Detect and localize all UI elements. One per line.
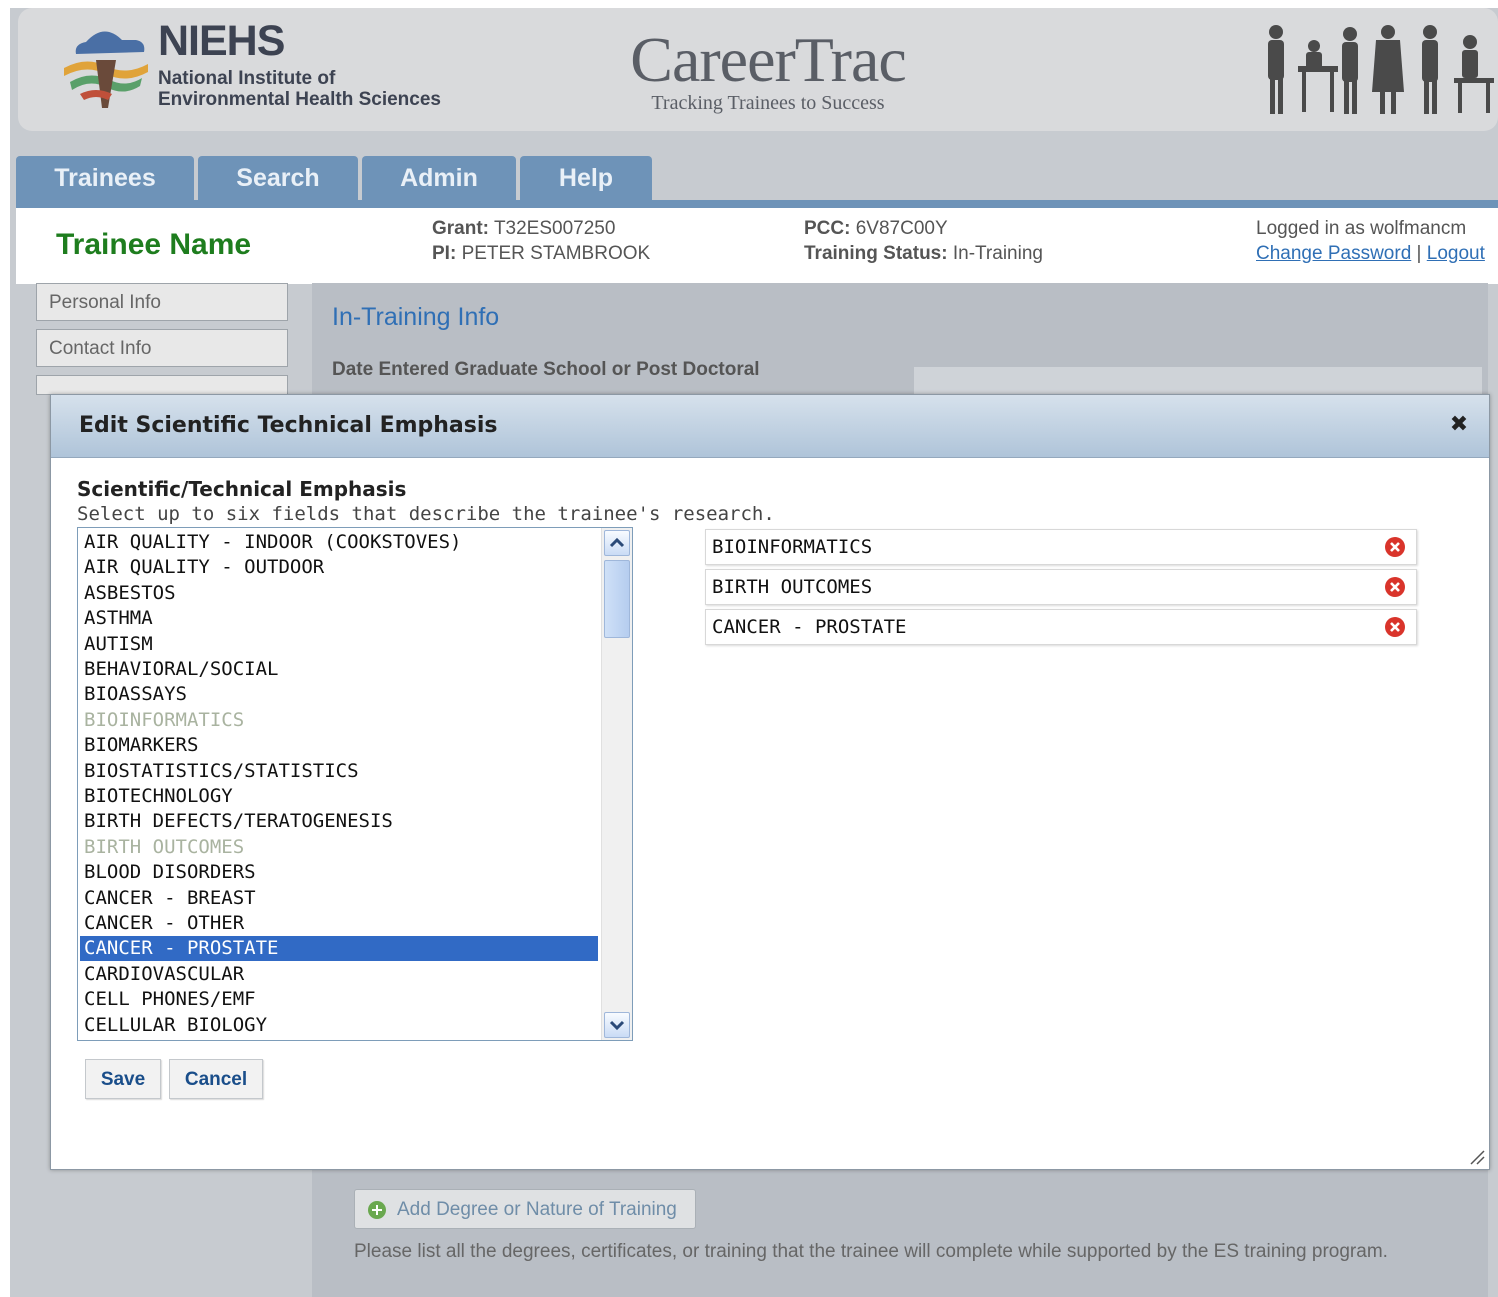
edit-emphasis-dialog: Edit Scientific Technical Emphasis ✖ Sci… bbox=[50, 394, 1490, 1170]
remove-icon[interactable] bbox=[1384, 536, 1406, 558]
listbox-option[interactable]: BIOTECHNOLOGY bbox=[80, 784, 598, 809]
chosen-item-label: BIRTH OUTCOMES bbox=[712, 576, 873, 598]
trainee-bar: Trainee Name Grant: T32ES007250 PI: PETE… bbox=[16, 208, 1498, 284]
remove-icon[interactable] bbox=[1384, 576, 1406, 598]
listbox-option[interactable]: BIOASSAYS bbox=[80, 682, 598, 707]
pcc-value: 6V87C00Y bbox=[855, 218, 948, 239]
trainees-silhouette-icon bbox=[1268, 25, 1494, 114]
listbox-option[interactable]: ASTHMA bbox=[80, 606, 598, 631]
listbox-option[interactable]: CANCER - BREAST bbox=[80, 886, 598, 911]
date-entered-label: Date Entered Graduate School or Post Doc… bbox=[332, 359, 760, 380]
app-title: CareerTrac bbox=[630, 24, 907, 95]
chosen-item-label: BIOINFORMATICS bbox=[712, 536, 873, 558]
listbox-option[interactable]: AIR QUALITY - OUTDOOR bbox=[80, 555, 598, 580]
listbox-option[interactable]: BIOMARKERS bbox=[80, 733, 598, 758]
pcc-info: PCC: 6V87C00Y Training Status: In-Traini… bbox=[804, 216, 1043, 266]
listbox-option[interactable]: BIRTH DEFECTS/TERATOGENESIS bbox=[80, 809, 598, 834]
dialog-header: Edit Scientific Technical Emphasis ✖ bbox=[51, 395, 1489, 458]
org-full-name: National Institute of Environmental Heal… bbox=[158, 68, 441, 110]
emphasis-listbox[interactable]: AIR QUALITY - INDOOR (COOKSTOVES) AIR QUA… bbox=[77, 527, 633, 1041]
niehs-logo-icon bbox=[64, 31, 148, 108]
chosen-item: BIRTH OUTCOMES bbox=[705, 569, 1417, 605]
nav-contact-info[interactable]: Contact Info bbox=[36, 329, 288, 367]
nav-personal-info[interactable]: Personal Info bbox=[36, 283, 288, 321]
account-info: Logged in as wolfmancm Change Password |… bbox=[1256, 216, 1485, 266]
chosen-item-label: CANCER - PROSTATE bbox=[712, 616, 907, 638]
listbox-option[interactable]: BIOINFORMATICS bbox=[80, 708, 598, 733]
listbox-option[interactable]: AIR QUALITY - INDOOR (COOKSTOVES) bbox=[80, 530, 598, 555]
page-title: In-Training Info bbox=[332, 303, 500, 331]
emphasis-field-label: Scientific/Technical Emphasis bbox=[77, 477, 407, 501]
scroll-up-arrow-icon[interactable] bbox=[604, 530, 630, 556]
scroll-thumb[interactable] bbox=[604, 560, 630, 638]
org-short-name: NIEHS bbox=[158, 17, 285, 65]
listbox-option[interactable]: BIRTH OUTCOMES bbox=[80, 835, 598, 860]
app-tagline: Tracking Trainees to Success bbox=[651, 92, 885, 114]
grant-label: Grant: bbox=[432, 218, 489, 239]
plus-circle-icon bbox=[368, 1201, 386, 1219]
logout-link[interactable]: Logout bbox=[1427, 243, 1485, 264]
tab-search[interactable]: Search bbox=[198, 156, 358, 200]
grant-value: T32ES007250 bbox=[493, 218, 616, 239]
pi-value: PETER STAMBROOK bbox=[461, 243, 651, 264]
resize-grip-icon[interactable] bbox=[1467, 1147, 1485, 1165]
page: NIEHS National Institute of Environmenta… bbox=[10, 8, 1498, 1297]
remove-icon[interactable] bbox=[1384, 616, 1406, 638]
tab-admin[interactable]: Admin bbox=[362, 156, 516, 200]
trainee-name: Trainee Name bbox=[56, 228, 252, 261]
tab-help[interactable]: Help bbox=[520, 156, 652, 200]
training-status-value: In-Training bbox=[952, 243, 1043, 264]
listbox-option[interactable]: CELLULAR BIOLOGY bbox=[80, 1013, 598, 1038]
link-separator: | bbox=[1416, 243, 1422, 264]
training-status-label: Training Status: bbox=[804, 243, 948, 264]
chosen-item: CANCER - PROSTATE bbox=[705, 609, 1417, 645]
change-password-link[interactable]: Change Password bbox=[1256, 243, 1411, 264]
org-line-1: National Institute of bbox=[158, 68, 336, 89]
chosen-item: BIOINFORMATICS bbox=[705, 529, 1417, 565]
listbox-option[interactable]: CARDIOVASCULAR bbox=[80, 962, 598, 987]
listbox-option[interactable]: AUTISM bbox=[80, 632, 598, 657]
site-header: NIEHS National Institute of Environmenta… bbox=[18, 8, 1498, 131]
listbox-option[interactable]: BIOSTATISTICS/STATISTICS bbox=[80, 759, 598, 784]
grant-info: Grant: T32ES007250 PI: PETER STAMBROOK bbox=[432, 216, 650, 266]
scroll-down-arrow-icon[interactable] bbox=[604, 1012, 630, 1038]
nav-item-partial[interactable] bbox=[36, 375, 288, 395]
listbox-option[interactable]: CELL PHONES/EMF bbox=[80, 987, 598, 1012]
org-line-2: Environmental Health Sciences bbox=[158, 89, 441, 110]
tab-trainees[interactable]: Trainees bbox=[16, 156, 194, 200]
close-icon[interactable]: ✖ bbox=[1445, 411, 1473, 439]
cancel-button[interactable]: Cancel bbox=[169, 1059, 263, 1099]
tab-strip bbox=[16, 200, 1498, 208]
add-degree-label: Add Degree or Nature of Training bbox=[397, 1199, 677, 1220]
listbox-option[interactable]: BLOOD DISORDERS bbox=[80, 860, 598, 885]
pcc-label: PCC: bbox=[804, 218, 851, 239]
degrees-hint: Please list all the degrees, certificate… bbox=[354, 1241, 1388, 1262]
add-degree-button[interactable]: Add Degree or Nature of Training bbox=[354, 1189, 696, 1229]
listbox-option[interactable]: CANCER - OTHER bbox=[80, 911, 598, 936]
save-button[interactable]: Save bbox=[85, 1059, 161, 1099]
listbox-option[interactable]: BEHAVIORAL/SOCIAL bbox=[80, 657, 598, 682]
logged-in-text: Logged in as wolfmancm bbox=[1256, 218, 1467, 239]
listbox-option[interactable]: ASBESTOS bbox=[80, 581, 598, 606]
pi-label: PI: bbox=[432, 243, 457, 264]
dialog-title: Edit Scientific Technical Emphasis bbox=[79, 413, 498, 438]
listbox-scrollbar[interactable] bbox=[601, 528, 632, 1040]
listbox-option[interactable]: CANCER - PROSTATE bbox=[80, 936, 598, 962]
emphasis-field-help: Select up to six fields that describe th… bbox=[77, 503, 775, 525]
